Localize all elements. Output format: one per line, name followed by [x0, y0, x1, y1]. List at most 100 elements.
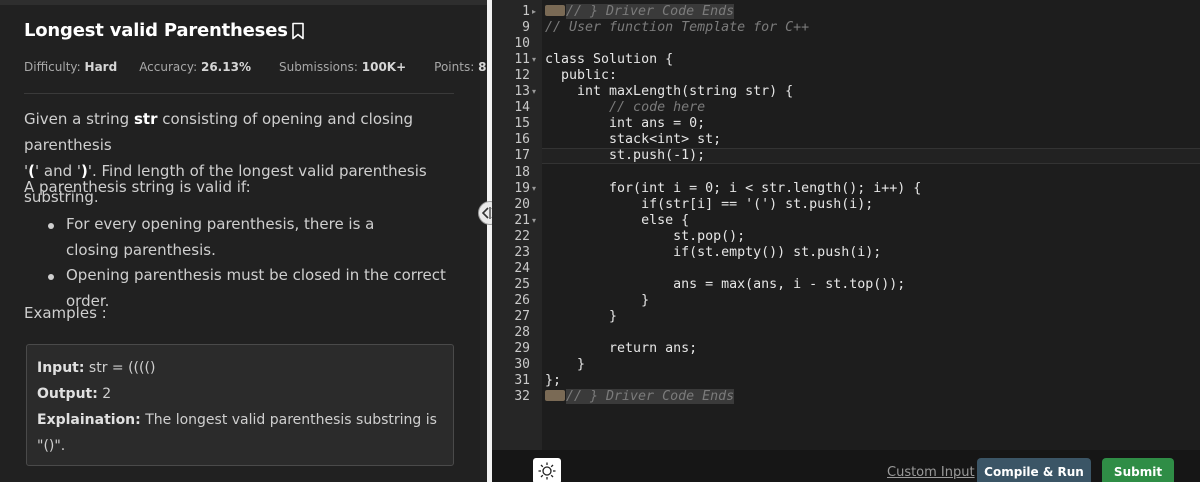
fold-expand-icon[interactable]: ▸ — [532, 4, 536, 20]
line-number: 32 — [514, 389, 530, 404]
accuracy-label: Accuracy: — [139, 60, 198, 74]
problem-panel: Longest valid Parentheses Difficulty: Ha… — [0, 0, 487, 482]
output-value: 2 — [102, 386, 112, 402]
list-item: Opening parenthesis must be closed in th… — [48, 263, 468, 314]
panel-topbar — [0, 0, 487, 5]
fold-collapse-icon[interactable]: ▾ — [532, 84, 536, 100]
line-number: 1 — [522, 4, 530, 19]
code-text: } — [545, 293, 650, 308]
code-line[interactable]: int ans = 0; — [545, 116, 705, 132]
code-line[interactable]: // } Driver Code Ends — [545, 389, 735, 405]
line-number: 12 — [514, 68, 530, 83]
accuracy: Accuracy: 26.13% — [139, 60, 251, 74]
folded-comment: // } Driver Code Ends — [566, 389, 735, 404]
folded-comment: // } Driver Code Ends — [566, 4, 735, 19]
example-output: Output: 2 — [37, 381, 443, 407]
code-line[interactable]: st.pop(); — [545, 229, 745, 245]
desc-text: Given a string — [24, 110, 134, 128]
divider-line — [24, 93, 454, 94]
input-value: str = (((() — [88, 360, 156, 376]
code-text: // code here — [545, 100, 706, 115]
points: Points: 8 — [434, 60, 486, 74]
problem-title: Longest valid Parentheses — [24, 20, 288, 41]
code-line[interactable]: if(str[i] == '(') st.push(i); — [545, 197, 873, 213]
line-number: 18 — [514, 165, 530, 180]
problem-stats: Difficulty: Hard Accuracy: 26.13% Submis… — [24, 60, 486, 74]
code-text: } — [545, 309, 618, 324]
line-number: 10 — [514, 36, 530, 51]
line-number: 15 — [514, 116, 530, 131]
line-number: 22 — [514, 229, 530, 244]
code-text: else { — [545, 213, 690, 228]
code-line[interactable]: st.push(-1); — [545, 148, 705, 164]
code-line[interactable]: if(st.empty()) st.push(i); — [545, 245, 881, 261]
line-number: 24 — [514, 261, 530, 276]
submissions-value: 100K+ — [361, 60, 407, 74]
code-text: public: — [545, 68, 618, 83]
submit-button[interactable]: Submit — [1102, 458, 1174, 482]
accuracy-value: 26.13% — [200, 60, 251, 74]
example-box: Input: str = (((() Output: 2 Explainatio… — [26, 344, 454, 466]
lightbulb-icon[interactable] — [533, 458, 561, 482]
bookmark-icon[interactable] — [291, 22, 305, 40]
fold-collapse-icon[interactable]: ▾ — [532, 181, 536, 197]
code-line[interactable]: // } Driver Code Ends — [545, 4, 735, 20]
line-number: 26 — [514, 293, 530, 308]
fold-collapse-icon[interactable]: ▾ — [532, 213, 536, 229]
code-text: if(str[i] == '(') st.push(i); — [545, 197, 874, 212]
code-line[interactable]: else { — [545, 213, 689, 229]
code-text: int ans = 0; — [545, 116, 706, 131]
line-number: 31 — [514, 373, 530, 388]
output-label: Output: — [37, 386, 98, 402]
code-text: st.push(-1); — [545, 148, 706, 163]
points-label: Points: — [434, 60, 475, 74]
code-line[interactable]: } — [545, 357, 585, 373]
custom-input-link[interactable]: Custom Input — [887, 465, 975, 480]
folded-code-badge[interactable] — [545, 389, 565, 401]
line-number: 17 — [514, 148, 530, 163]
code-line[interactable]: return ans; — [545, 341, 697, 357]
explain-label: Explaination: — [37, 412, 141, 428]
submissions-label: Submissions: — [278, 60, 358, 74]
code-line[interactable]: class Solution { — [545, 52, 673, 68]
code-line[interactable]: int maxLength(string str) { — [545, 84, 793, 100]
code-line[interactable]: stack<int> st; — [545, 132, 721, 148]
compile-run-button[interactable]: Compile & Run — [977, 458, 1091, 482]
code-line[interactable]: }; — [545, 373, 561, 389]
fold-collapse-icon[interactable]: ▾ — [532, 52, 536, 68]
line-number: 23 — [514, 245, 530, 260]
code-line[interactable]: ans = max(ans, i - st.top()); — [545, 277, 905, 293]
line-number: 20 — [514, 197, 530, 212]
code-line[interactable]: } — [545, 293, 649, 309]
line-number: 27 — [514, 309, 530, 324]
line-number: 13 — [514, 84, 530, 99]
code-text: // User function Template for C++ — [545, 20, 810, 35]
code-line[interactable]: // User function Template for C++ — [545, 20, 809, 36]
line-number: 19 — [514, 181, 530, 196]
examples-heading: Examples : — [24, 304, 107, 322]
line-number: 28 — [514, 325, 530, 340]
code-text: int maxLength(string str) { — [545, 84, 794, 99]
folded-code-badge[interactable] — [545, 4, 565, 16]
code-line[interactable]: for(int i = 0; i < str.length(); i++) { — [545, 181, 921, 197]
example-input: Input: str = (((() — [37, 355, 443, 381]
code-text: return ans; — [545, 341, 698, 356]
line-number: 16 — [514, 132, 530, 147]
rules-list: For every opening parenthesis, there is … — [48, 212, 446, 314]
code-text: if(st.empty()) st.push(i); — [545, 245, 882, 260]
line-number: 14 — [514, 100, 530, 115]
line-number: 25 — [514, 277, 530, 292]
desc-bold: str — [133, 110, 158, 128]
difficulty-value: Hard — [84, 60, 118, 74]
code-text: st.pop(); — [545, 229, 746, 244]
example-explanation: Explaination: The longest valid parenthe… — [37, 407, 443, 459]
difficulty-label: Difficulty: — [24, 60, 81, 74]
code-text: class Solution { — [545, 52, 674, 67]
difficulty: Difficulty: Hard — [24, 60, 117, 74]
editor-toolbar — [492, 450, 1200, 482]
code-line[interactable]: } — [545, 309, 617, 325]
code-line[interactable]: public: — [545, 68, 617, 84]
line-number: 11 — [514, 52, 530, 67]
code-line[interactable]: // code here — [545, 100, 705, 116]
line-number: 29 — [514, 341, 530, 356]
